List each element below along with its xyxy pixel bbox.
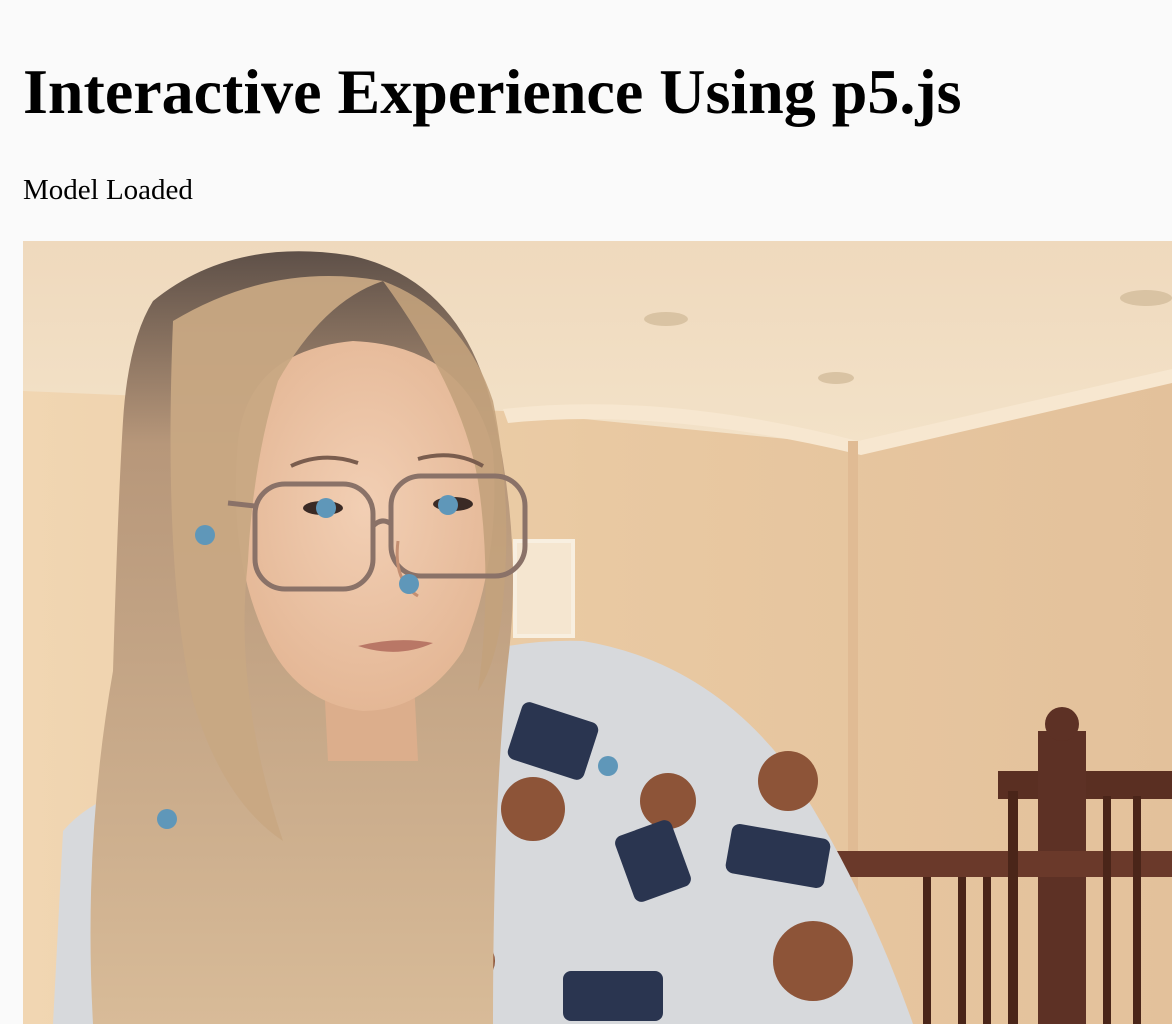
keypoint-nose <box>399 574 419 594</box>
keypoint-right-eye <box>316 498 336 518</box>
webcam-frame <box>23 241 1172 1024</box>
keypoint-left-shoulder <box>598 756 618 776</box>
ceiling-light <box>644 312 688 326</box>
ceiling-light <box>818 372 854 384</box>
model-status: Model Loaded <box>23 174 193 206</box>
keypoint-left-eye <box>438 495 458 515</box>
p5-canvas[interactable] <box>23 241 1172 1024</box>
ceiling-light <box>1120 290 1172 306</box>
keypoint-right-shoulder <box>157 809 177 829</box>
keypoint-right-ear <box>195 525 215 545</box>
page: Interactive Experience Using p5.js Model… <box>0 0 1172 1024</box>
page-title: Interactive Experience Using p5.js <box>23 56 962 127</box>
